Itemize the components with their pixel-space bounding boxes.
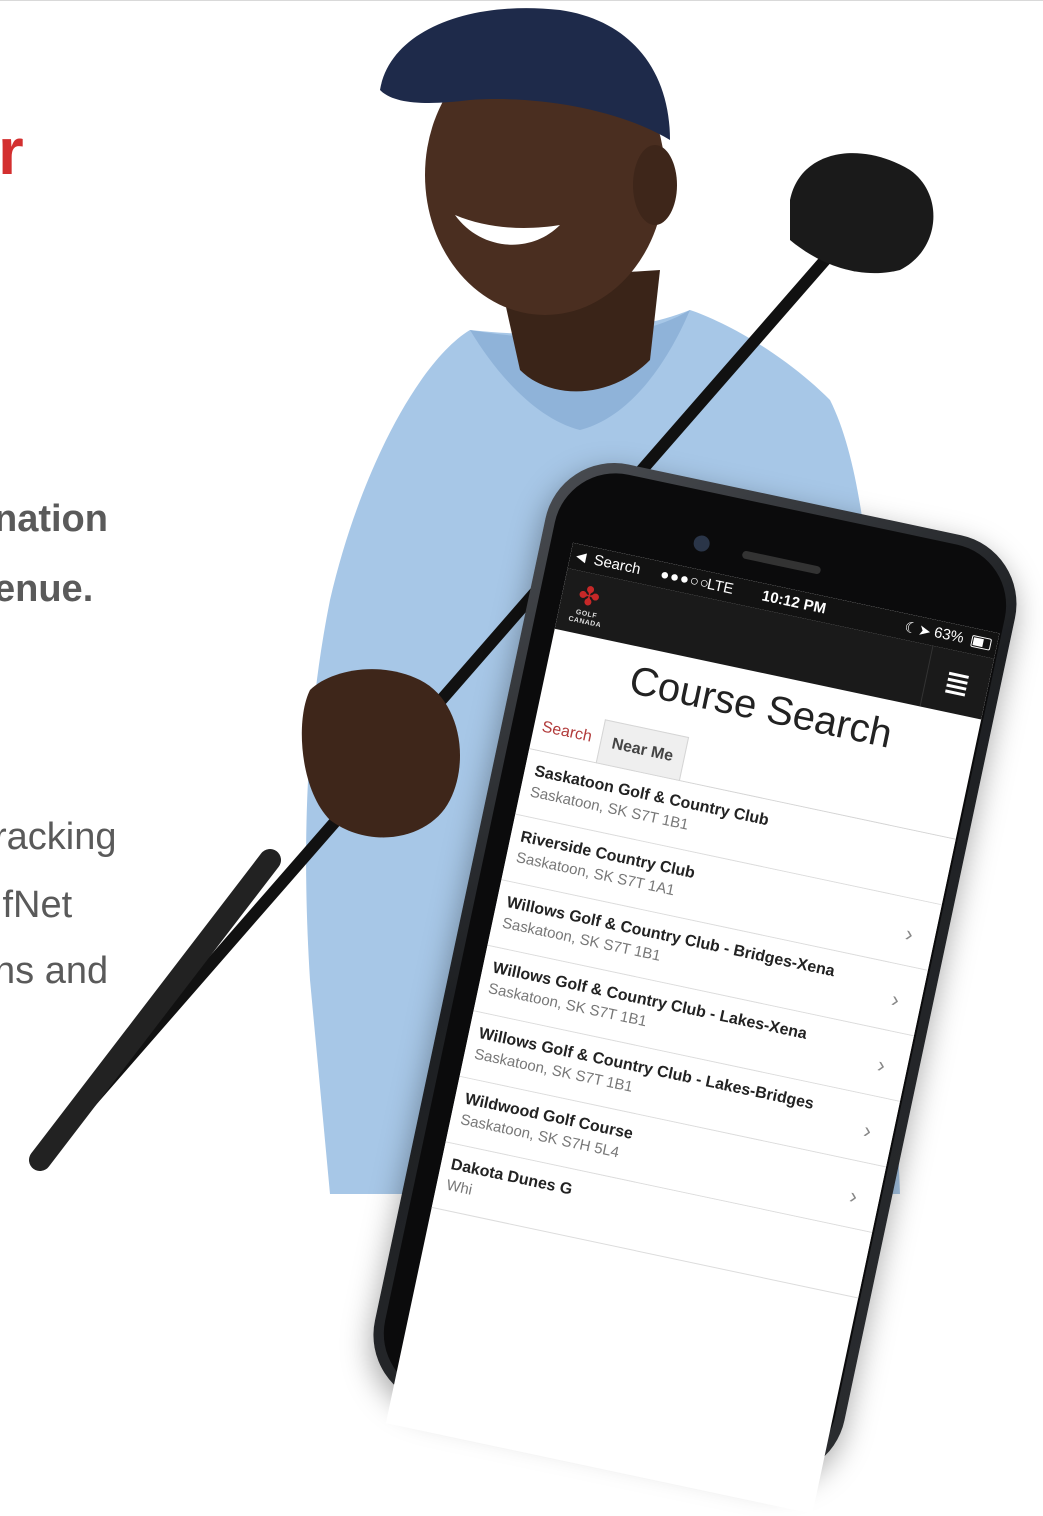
phone-bezel: ◀ Search ●●●○○ LTE 10:12 PM ☾ ➤ 63% ✤ GO… — [372, 461, 1018, 1514]
slide-text-area: r nation enue. racking lfNet ns and — [0, 0, 200, 1194]
course-address: Whi — [444, 1176, 474, 1199]
chevron-right-icon: › — [903, 920, 916, 947]
body-line-1: racking — [0, 816, 117, 858]
hands — [301, 669, 460, 838]
chevron-right-icon: › — [875, 1051, 888, 1078]
head — [425, 35, 665, 315]
hamburger-icon — [944, 671, 969, 700]
chevron-right-icon: › — [861, 1117, 874, 1144]
golf-canada-logo[interactable]: ✤ GOLF CANADA — [563, 577, 611, 629]
speaker — [741, 550, 822, 575]
smile — [455, 215, 560, 245]
battery-icon — [970, 634, 993, 651]
headline-fragment: r — [0, 114, 24, 188]
logo-text: GOLF CANADA — [567, 608, 602, 629]
chevron-right-icon: › — [889, 986, 902, 1013]
body-line-2: lfNet — [0, 884, 73, 926]
course-list: Saskatoon Golf & Country Club Saskatoon,… — [431, 749, 956, 1299]
neck — [500, 270, 660, 392]
club-head — [790, 153, 934, 274]
tab-bar: Search Near Me — [537, 707, 690, 782]
bold-line-2: enue. — [0, 568, 94, 610]
phone: ◀ Search ●●●○○ LTE 10:12 PM ☾ ➤ 63% ✤ GO… — [360, 450, 1030, 1514]
ear — [633, 145, 677, 225]
network-label: LTE — [705, 575, 735, 598]
collar — [470, 310, 690, 430]
bold-line-1: nation — [0, 498, 108, 540]
location-arrow-icon: ➤ — [916, 621, 933, 641]
back-arrow-icon[interactable]: ◀ — [575, 548, 588, 566]
chevron-right-icon: › — [847, 1182, 860, 1209]
cap — [380, 8, 670, 140]
front-camera — [692, 534, 712, 553]
battery-percent: 63% — [932, 623, 966, 647]
tab-search[interactable]: Search — [540, 719, 593, 747]
hamburger-menu-button[interactable] — [919, 645, 995, 720]
maple-leaf-icon: ✤ — [575, 579, 603, 614]
phone-screen: ◀ Search ●●●○○ LTE 10:12 PM ☾ ➤ 63% ✤ GO… — [385, 542, 1000, 1514]
body-line-3: ns and — [0, 950, 109, 992]
